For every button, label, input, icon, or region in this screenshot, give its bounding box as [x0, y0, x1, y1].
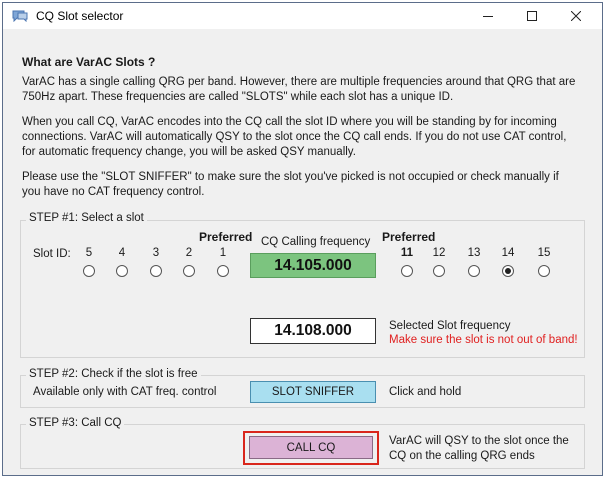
slot-number-15: 15 — [537, 247, 551, 259]
selected-frequency-display: 14.108.000 — [250, 318, 376, 344]
slot-number-13: 13 — [467, 247, 481, 259]
slot-radio-2[interactable] — [183, 265, 195, 277]
out-of-band-warning: Make sure the slot is not out of band! — [389, 334, 578, 346]
click-and-hold-hint: Click and hold — [389, 386, 462, 398]
slot-sniffer-button[interactable]: SLOT SNIFFER — [250, 381, 376, 403]
slot-radio-1[interactable] — [217, 265, 229, 277]
minimize-icon — [483, 16, 493, 17]
intro-paragraph-2-line: connections. VarAC will automatically QS… — [22, 131, 567, 143]
maximize-button[interactable] — [510, 3, 554, 29]
intro-paragraph-2-line: When you call CQ, VarAC encodes into the… — [22, 116, 557, 128]
step3-label: STEP #3: Call CQ — [26, 417, 125, 429]
call-cq-note-line: VarAC will QSY to the slot once the — [389, 435, 569, 447]
slot-radio-13[interactable] — [468, 265, 480, 277]
maximize-icon — [527, 11, 537, 21]
preferred-right-label: Preferred — [382, 230, 436, 244]
step2-label: STEP #2: Check if the slot is free — [26, 368, 201, 380]
slot-number-5: 5 — [85, 247, 93, 259]
intro-paragraph-1: VarAC has a single calling QRG per band.… — [22, 75, 582, 105]
chat-bubble-icon — [12, 10, 28, 23]
preferred-left-label: Preferred — [199, 230, 253, 244]
slot-number-1: 1 — [219, 247, 227, 259]
slot-number-14: 14 — [501, 247, 515, 259]
calling-frequency-label: CQ Calling frequency — [261, 236, 371, 248]
selected-frequency-label: Selected Slot frequency — [389, 320, 511, 332]
slot-id-label: Slot ID: — [33, 248, 71, 260]
intro-paragraph-2: When you call CQ, VarAC encodes into the… — [22, 115, 582, 160]
slot-radio-14[interactable] — [502, 265, 514, 277]
intro-paragraph-1-line: VarAC has a single calling QRG per band.… — [22, 76, 576, 88]
intro-paragraph-3: Please use the "SLOT SNIFFER" to make su… — [22, 170, 582, 200]
slot-radio-11[interactable] — [401, 265, 413, 277]
intro-paragraph-1-line: 750Hz apart. These frequencies are calle… — [22, 91, 454, 103]
slot-number-12: 12 — [432, 247, 446, 259]
cat-note: Available only with CAT freq. control — [33, 386, 217, 398]
call-cq-note: VarAC will QSY to the slot once the CQ o… — [389, 434, 569, 464]
intro-paragraph-2-line: for automatic frequency change, you will… — [22, 146, 356, 158]
close-button[interactable] — [554, 3, 598, 29]
step1-label: STEP #1: Select a slot — [26, 212, 147, 224]
slot-radio-4[interactable] — [116, 265, 128, 277]
intro-paragraph-3-line: Please use the "SLOT SNIFFER" to make su… — [22, 171, 559, 183]
intro-heading: What are VarAC Slots ? — [22, 55, 156, 69]
slot-radio-3[interactable] — [150, 265, 162, 277]
slot-number-4: 4 — [118, 247, 126, 259]
slot-number-11: 11 — [400, 247, 414, 259]
slot-radio-5[interactable] — [83, 265, 95, 277]
window-title: CQ Slot selector — [36, 9, 124, 23]
intro-paragraph-3-line: you have no CAT frequency control. — [22, 186, 205, 198]
slot-number-3: 3 — [152, 247, 160, 259]
slot-radio-12[interactable] — [433, 265, 445, 277]
call-cq-note-line: CQ on the calling QRG ends — [389, 450, 535, 462]
call-cq-button[interactable]: CALL CQ — [249, 436, 373, 459]
close-icon — [571, 11, 581, 21]
title-bar[interactable]: CQ Slot selector — [3, 3, 602, 29]
calling-frequency-display: 14.105.000 — [250, 253, 376, 278]
slot-number-2: 2 — [185, 247, 193, 259]
minimize-button[interactable] — [466, 3, 510, 29]
slot-radio-15[interactable] — [538, 265, 550, 277]
